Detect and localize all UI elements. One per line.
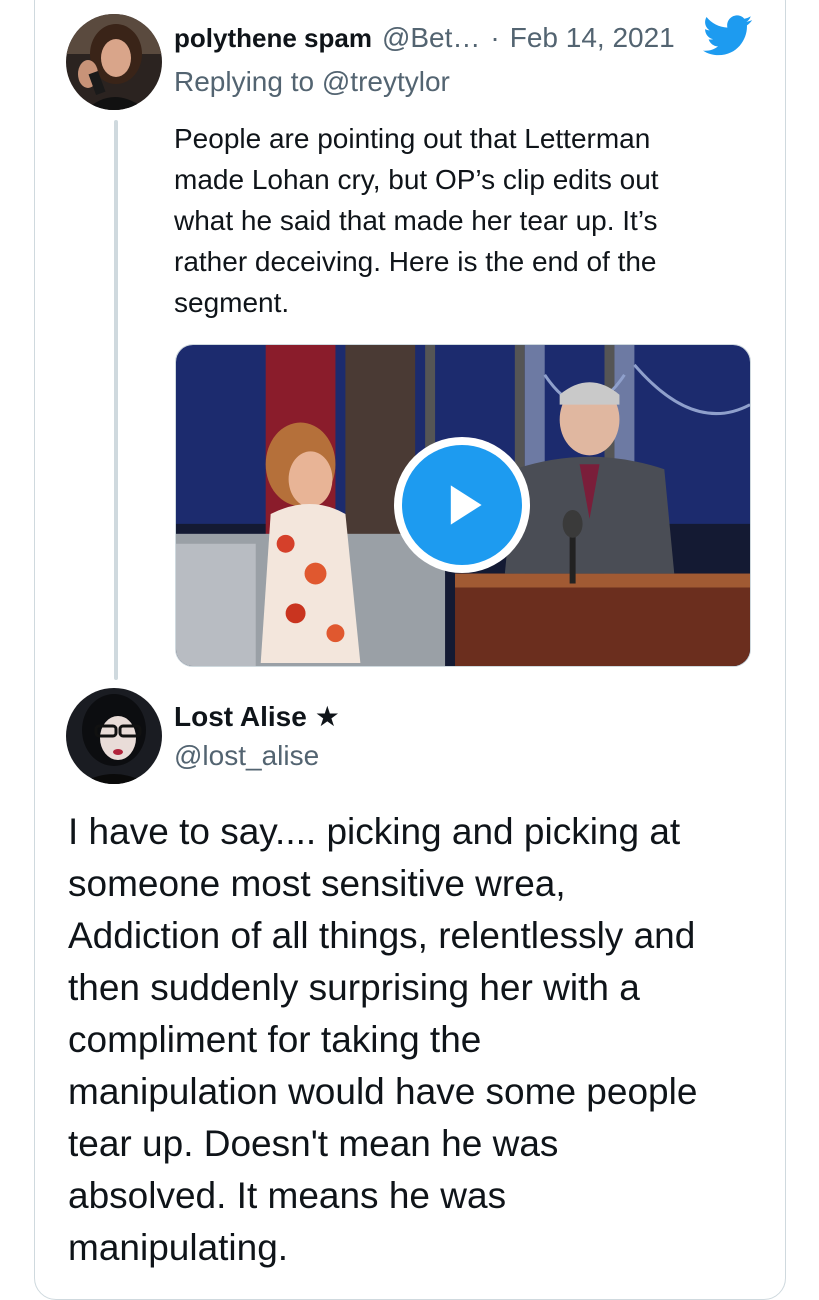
avatar-image xyxy=(66,688,162,784)
tweet-text-line: segment. xyxy=(174,287,290,318)
play-icon xyxy=(402,445,522,565)
tweet-text-line: Addiction of all things, relentlessly an… xyxy=(68,915,696,956)
tweet-text-line: then suddenly surprising her with a xyxy=(68,967,640,1008)
tweet-text-line: manipulating. xyxy=(68,1227,289,1268)
tweet-text-line: manipulation would have some people xyxy=(68,1071,698,1112)
replying-to[interactable]: Replying to @treytylor xyxy=(174,66,450,98)
tweet-header: polythene spam @Bet… · Feb 14, 2021 xyxy=(174,20,675,56)
twitter-bird-icon[interactable] xyxy=(703,14,753,58)
separator: · xyxy=(490,22,500,53)
tweet-text-line: rather deceiving. Here is the end of the xyxy=(174,246,657,277)
tweet-text-line: made Lohan cry, but OP’s clip edits out xyxy=(174,164,659,195)
tweet-text: I have to say.... picking and picking at… xyxy=(68,806,768,1274)
display-name-row: Lost Alise ★ xyxy=(174,700,340,733)
video-thumbnail[interactable] xyxy=(175,344,751,667)
star-icon: ★ xyxy=(314,701,340,732)
avatar[interactable] xyxy=(66,14,162,110)
tweet-text-line: tear up. Doesn't mean he was xyxy=(68,1123,559,1164)
display-name[interactable]: polythene spam xyxy=(174,23,372,54)
tweet-text-line: absolved. It means he was xyxy=(68,1175,507,1216)
avatar[interactable] xyxy=(66,688,162,784)
tweet-text-line: I have to say.... picking and picking at xyxy=(68,811,681,852)
tweet-text-line: People are pointing out that Letterman xyxy=(174,123,651,154)
tweet-date[interactable]: Feb 14, 2021 xyxy=(510,22,675,54)
tweet-text: People are pointing out that Letterman m… xyxy=(174,118,734,323)
avatar-image xyxy=(66,14,162,110)
tweet-text-line: what he said that made her tear up. It’s xyxy=(174,205,658,236)
handle[interactable]: @Bet… xyxy=(382,22,480,54)
handle[interactable]: @lost_alise xyxy=(174,740,319,772)
play-button[interactable] xyxy=(394,437,530,573)
thread-connector xyxy=(114,120,118,680)
tweet-text-line: someone most sensitive wrea, xyxy=(68,863,566,904)
display-name[interactable]: Lost Alise xyxy=(174,701,307,733)
tweet-text-line: compliment for taking the xyxy=(68,1019,482,1060)
